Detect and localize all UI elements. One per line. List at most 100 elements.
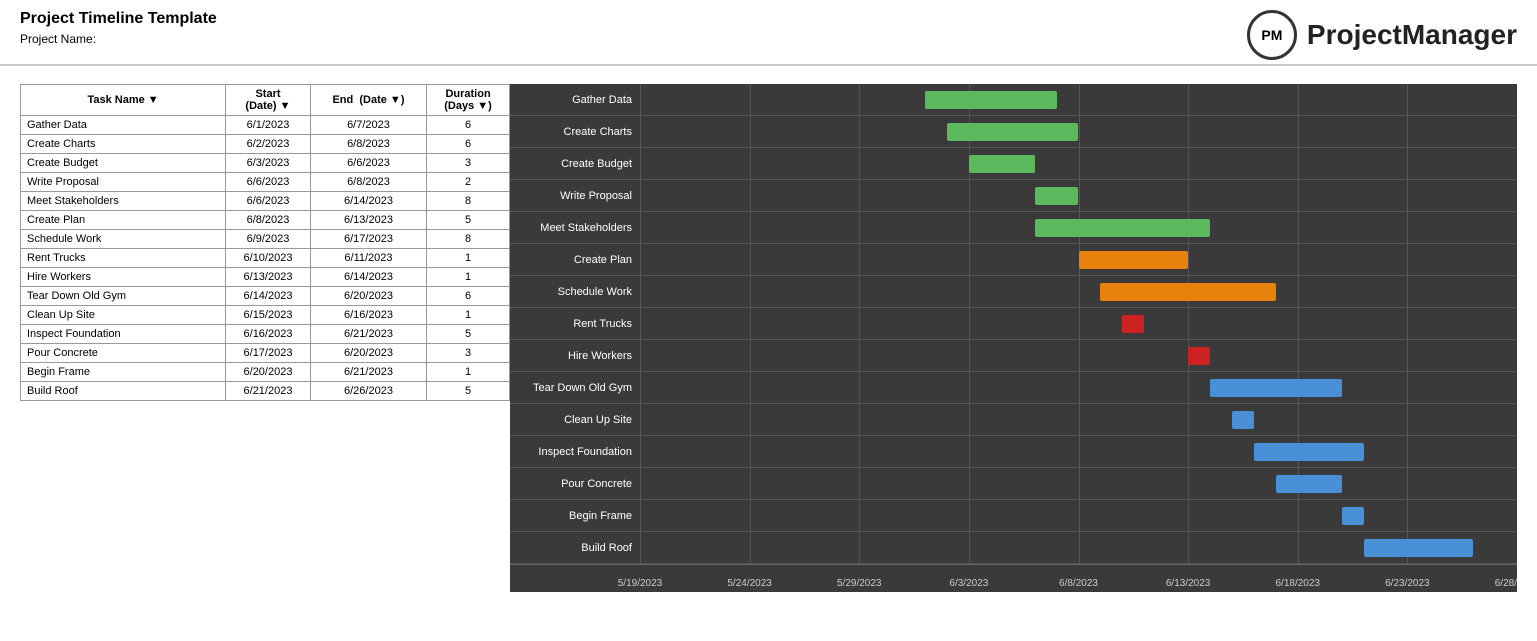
duration-cell: 1 (427, 268, 510, 287)
gantt-date-label: 6/8/2023 (1059, 578, 1098, 589)
end-date-cell: 6/26/2023 (310, 382, 426, 401)
task-table-container: Task Name ▼ Start(Date) ▼ End (Date ▼) (20, 84, 510, 592)
gantt-bar (1276, 475, 1342, 493)
gantt-bar-area (640, 244, 1517, 276)
col-start: Start(Date) ▼ (226, 85, 311, 116)
gantt-bar (1035, 219, 1210, 237)
start-date-cell: 6/15/2023 (226, 306, 311, 325)
duration-cell: 6 (427, 287, 510, 306)
gantt-bar-area (640, 500, 1517, 532)
sort-icon-task[interactable]: ▼ (148, 94, 159, 106)
col-duration: Duration(Days ▼) (427, 85, 510, 116)
end-date-cell: 6/13/2023 (310, 211, 426, 230)
gantt-dates-area: 5/19/20235/24/20235/29/20236/3/20236/8/2… (640, 565, 1517, 593)
gantt-date-label: 5/19/2023 (618, 578, 663, 589)
gantt-bar (969, 155, 1035, 173)
sort-icon-duration[interactable]: ▼ (477, 100, 488, 112)
start-date-cell: 6/2/2023 (226, 135, 311, 154)
end-date-cell: 6/21/2023 (310, 363, 426, 382)
start-date-cell: 6/10/2023 (226, 249, 311, 268)
table-row: Begin Frame 6/20/2023 6/21/2023 1 (21, 363, 510, 382)
gantt-rows: Gather DataCreate ChartsCreate BudgetWri… (510, 84, 1517, 564)
gantt-date-label: 6/28/2023 (1495, 578, 1517, 589)
gantt-row: Tear Down Old Gym (510, 372, 1517, 404)
gantt-bar-area (640, 84, 1517, 116)
gantt-row: Create Plan (510, 244, 1517, 276)
start-date-cell: 6/9/2023 (226, 230, 311, 249)
gantt-row: Clean Up Site (510, 404, 1517, 436)
start-date-cell: 6/1/2023 (226, 116, 311, 135)
task-name-cell: Gather Data (21, 116, 226, 135)
gantt-row-label: Pour Concrete (510, 478, 640, 490)
task-name-cell: Create Budget (21, 154, 226, 173)
gantt-bar-area (640, 436, 1517, 468)
table-row: Clean Up Site 6/15/2023 6/16/2023 1 (21, 306, 510, 325)
duration-cell: 1 (427, 249, 510, 268)
gantt-row: Write Proposal (510, 180, 1517, 212)
gantt-date-label: 6/3/2023 (949, 578, 988, 589)
sort-icon-end[interactable]: ▼ (390, 94, 401, 106)
gantt-bar (1232, 411, 1254, 429)
table-row: Inspect Foundation 6/16/2023 6/21/2023 5 (21, 325, 510, 344)
task-name-cell: Inspect Foundation (21, 325, 226, 344)
gantt-row-label: Create Plan (510, 254, 640, 266)
duration-cell: 6 (427, 116, 510, 135)
duration-cell: 1 (427, 306, 510, 325)
gantt-bar (1079, 251, 1189, 269)
gantt-bar (947, 123, 1079, 141)
gantt-row-label: Rent Trucks (510, 318, 640, 330)
gantt-bar-area (640, 212, 1517, 244)
gantt-date-label: 6/23/2023 (1385, 578, 1430, 589)
gantt-bar-area (640, 340, 1517, 372)
gantt-row-label: Build Roof (510, 542, 640, 554)
end-date-cell: 6/7/2023 (310, 116, 426, 135)
task-name-cell: Create Plan (21, 211, 226, 230)
gantt-row-label: Inspect Foundation (510, 446, 640, 458)
gantt-bar-area (640, 404, 1517, 436)
logo-icon: PM (1247, 10, 1297, 60)
duration-cell: 8 (427, 192, 510, 211)
table-row: Gather Data 6/1/2023 6/7/2023 6 (21, 116, 510, 135)
gantt-row: Create Budget (510, 148, 1517, 180)
table-row: Write Proposal 6/6/2023 6/8/2023 2 (21, 173, 510, 192)
task-name-cell: Schedule Work (21, 230, 226, 249)
start-date-cell: 6/16/2023 (226, 325, 311, 344)
duration-cell: 2 (427, 173, 510, 192)
end-date-cell: 6/14/2023 (310, 192, 426, 211)
task-name-cell: Pour Concrete (21, 344, 226, 363)
gantt-bar-area (640, 308, 1517, 340)
col-task-name: Task Name ▼ (21, 85, 226, 116)
gantt-row: Pour Concrete (510, 468, 1517, 500)
gantt-row: Create Charts (510, 116, 1517, 148)
gantt-row: Schedule Work (510, 276, 1517, 308)
sort-icon-start[interactable]: ▼ (280, 100, 291, 112)
gantt-bar (1100, 283, 1275, 301)
gantt-row-label: Hire Workers (510, 350, 640, 362)
header-divider (0, 64, 1537, 66)
table-row: Hire Workers 6/13/2023 6/14/2023 1 (21, 268, 510, 287)
task-name-cell: Meet Stakeholders (21, 192, 226, 211)
gantt-bar-area (640, 148, 1517, 180)
end-date-cell: 6/16/2023 (310, 306, 426, 325)
gantt-bar (1364, 539, 1474, 557)
duration-cell: 5 (427, 325, 510, 344)
gantt-date-label: 5/29/2023 (837, 578, 882, 589)
gantt-date-label: 5/24/2023 (727, 578, 772, 589)
gantt-date-label: 6/13/2023 (1166, 578, 1211, 589)
gantt-bar (1342, 507, 1364, 525)
gantt-bar (1254, 443, 1364, 461)
logo-name: ProjectManager (1307, 19, 1517, 51)
gantt-row-label: Create Budget (510, 158, 640, 170)
start-date-cell: 6/14/2023 (226, 287, 311, 306)
gantt-row-label: Clean Up Site (510, 414, 640, 426)
gantt-bar-area (640, 532, 1517, 564)
gantt-row: Rent Trucks (510, 308, 1517, 340)
gantt-row-label: Tear Down Old Gym (510, 382, 640, 394)
start-date-cell: 6/8/2023 (226, 211, 311, 230)
duration-cell: 5 (427, 382, 510, 401)
task-name-cell: Create Charts (21, 135, 226, 154)
table-row: Create Budget 6/3/2023 6/6/2023 3 (21, 154, 510, 173)
gantt-dates-row: 5/19/2023 5/24/2023 5/29/2023 6/3/2023 6/8/2… (510, 564, 1517, 592)
duration-cell: 6 (427, 135, 510, 154)
gantt-date-label: 6/18/2023 (1276, 578, 1321, 589)
